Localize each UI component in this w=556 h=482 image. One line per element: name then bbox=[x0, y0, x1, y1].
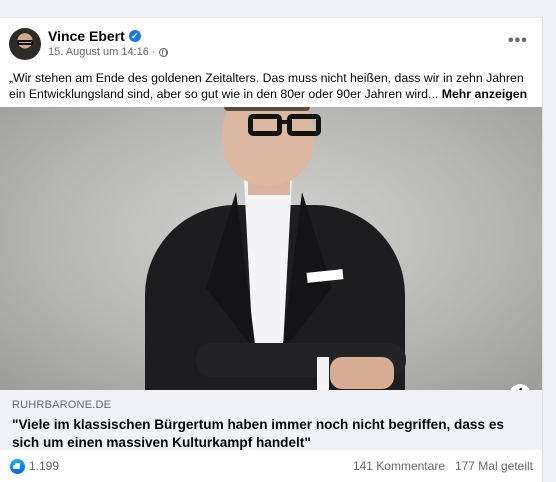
more-options-button[interactable]: ••• bbox=[508, 32, 528, 50]
see-more-link[interactable]: Mehr anzeigen bbox=[442, 87, 527, 101]
post-meta: 15. August um 14:16 · bbox=[48, 46, 168, 58]
photo-cuff bbox=[317, 357, 329, 390]
author-avatar[interactable] bbox=[9, 28, 41, 60]
post-author: Vince Ebert ✓ bbox=[48, 28, 141, 44]
share-count[interactable]: 177 Mal geteilt bbox=[455, 459, 533, 473]
post-text: „Wir stehen am Ende des goldenen Zeitalt… bbox=[9, 70, 537, 102]
author-name-link[interactable]: Vince Ebert bbox=[48, 28, 125, 44]
photo-glasses-left bbox=[248, 114, 282, 136]
link-preview-image[interactable]: i bbox=[0, 107, 542, 390]
post-timestamp[interactable]: 15. August um 14:16 bbox=[48, 46, 149, 58]
globe-icon bbox=[158, 47, 168, 57]
link-preview-box[interactable]: RUHRBARONE.DE "Viele im klassischen Bürg… bbox=[0, 390, 542, 450]
link-domain: RUHRBARONE.DE bbox=[12, 399, 112, 411]
photo-glasses-right bbox=[287, 114, 321, 136]
verified-badge-icon: ✓ bbox=[128, 30, 141, 42]
photo-glasses-bridge bbox=[281, 120, 288, 124]
avatar-glasses bbox=[17, 40, 33, 45]
link-headline: "Viele im klassischen Bürgertum haben im… bbox=[12, 417, 504, 450]
post-stats-bar: 1.199 141 Kommentare 177 Mal geteilt bbox=[0, 450, 542, 482]
photo-hair bbox=[224, 107, 310, 111]
reaction-count[interactable]: 1.199 bbox=[29, 459, 59, 473]
post-card: Vince Ebert ✓ 15. August um 14:16 · ••• … bbox=[0, 17, 543, 482]
like-icon[interactable] bbox=[10, 459, 25, 474]
meta-separator: · bbox=[151, 46, 156, 58]
comment-count[interactable]: 141 Kommentare bbox=[353, 459, 445, 473]
photo-hand bbox=[330, 357, 394, 389]
